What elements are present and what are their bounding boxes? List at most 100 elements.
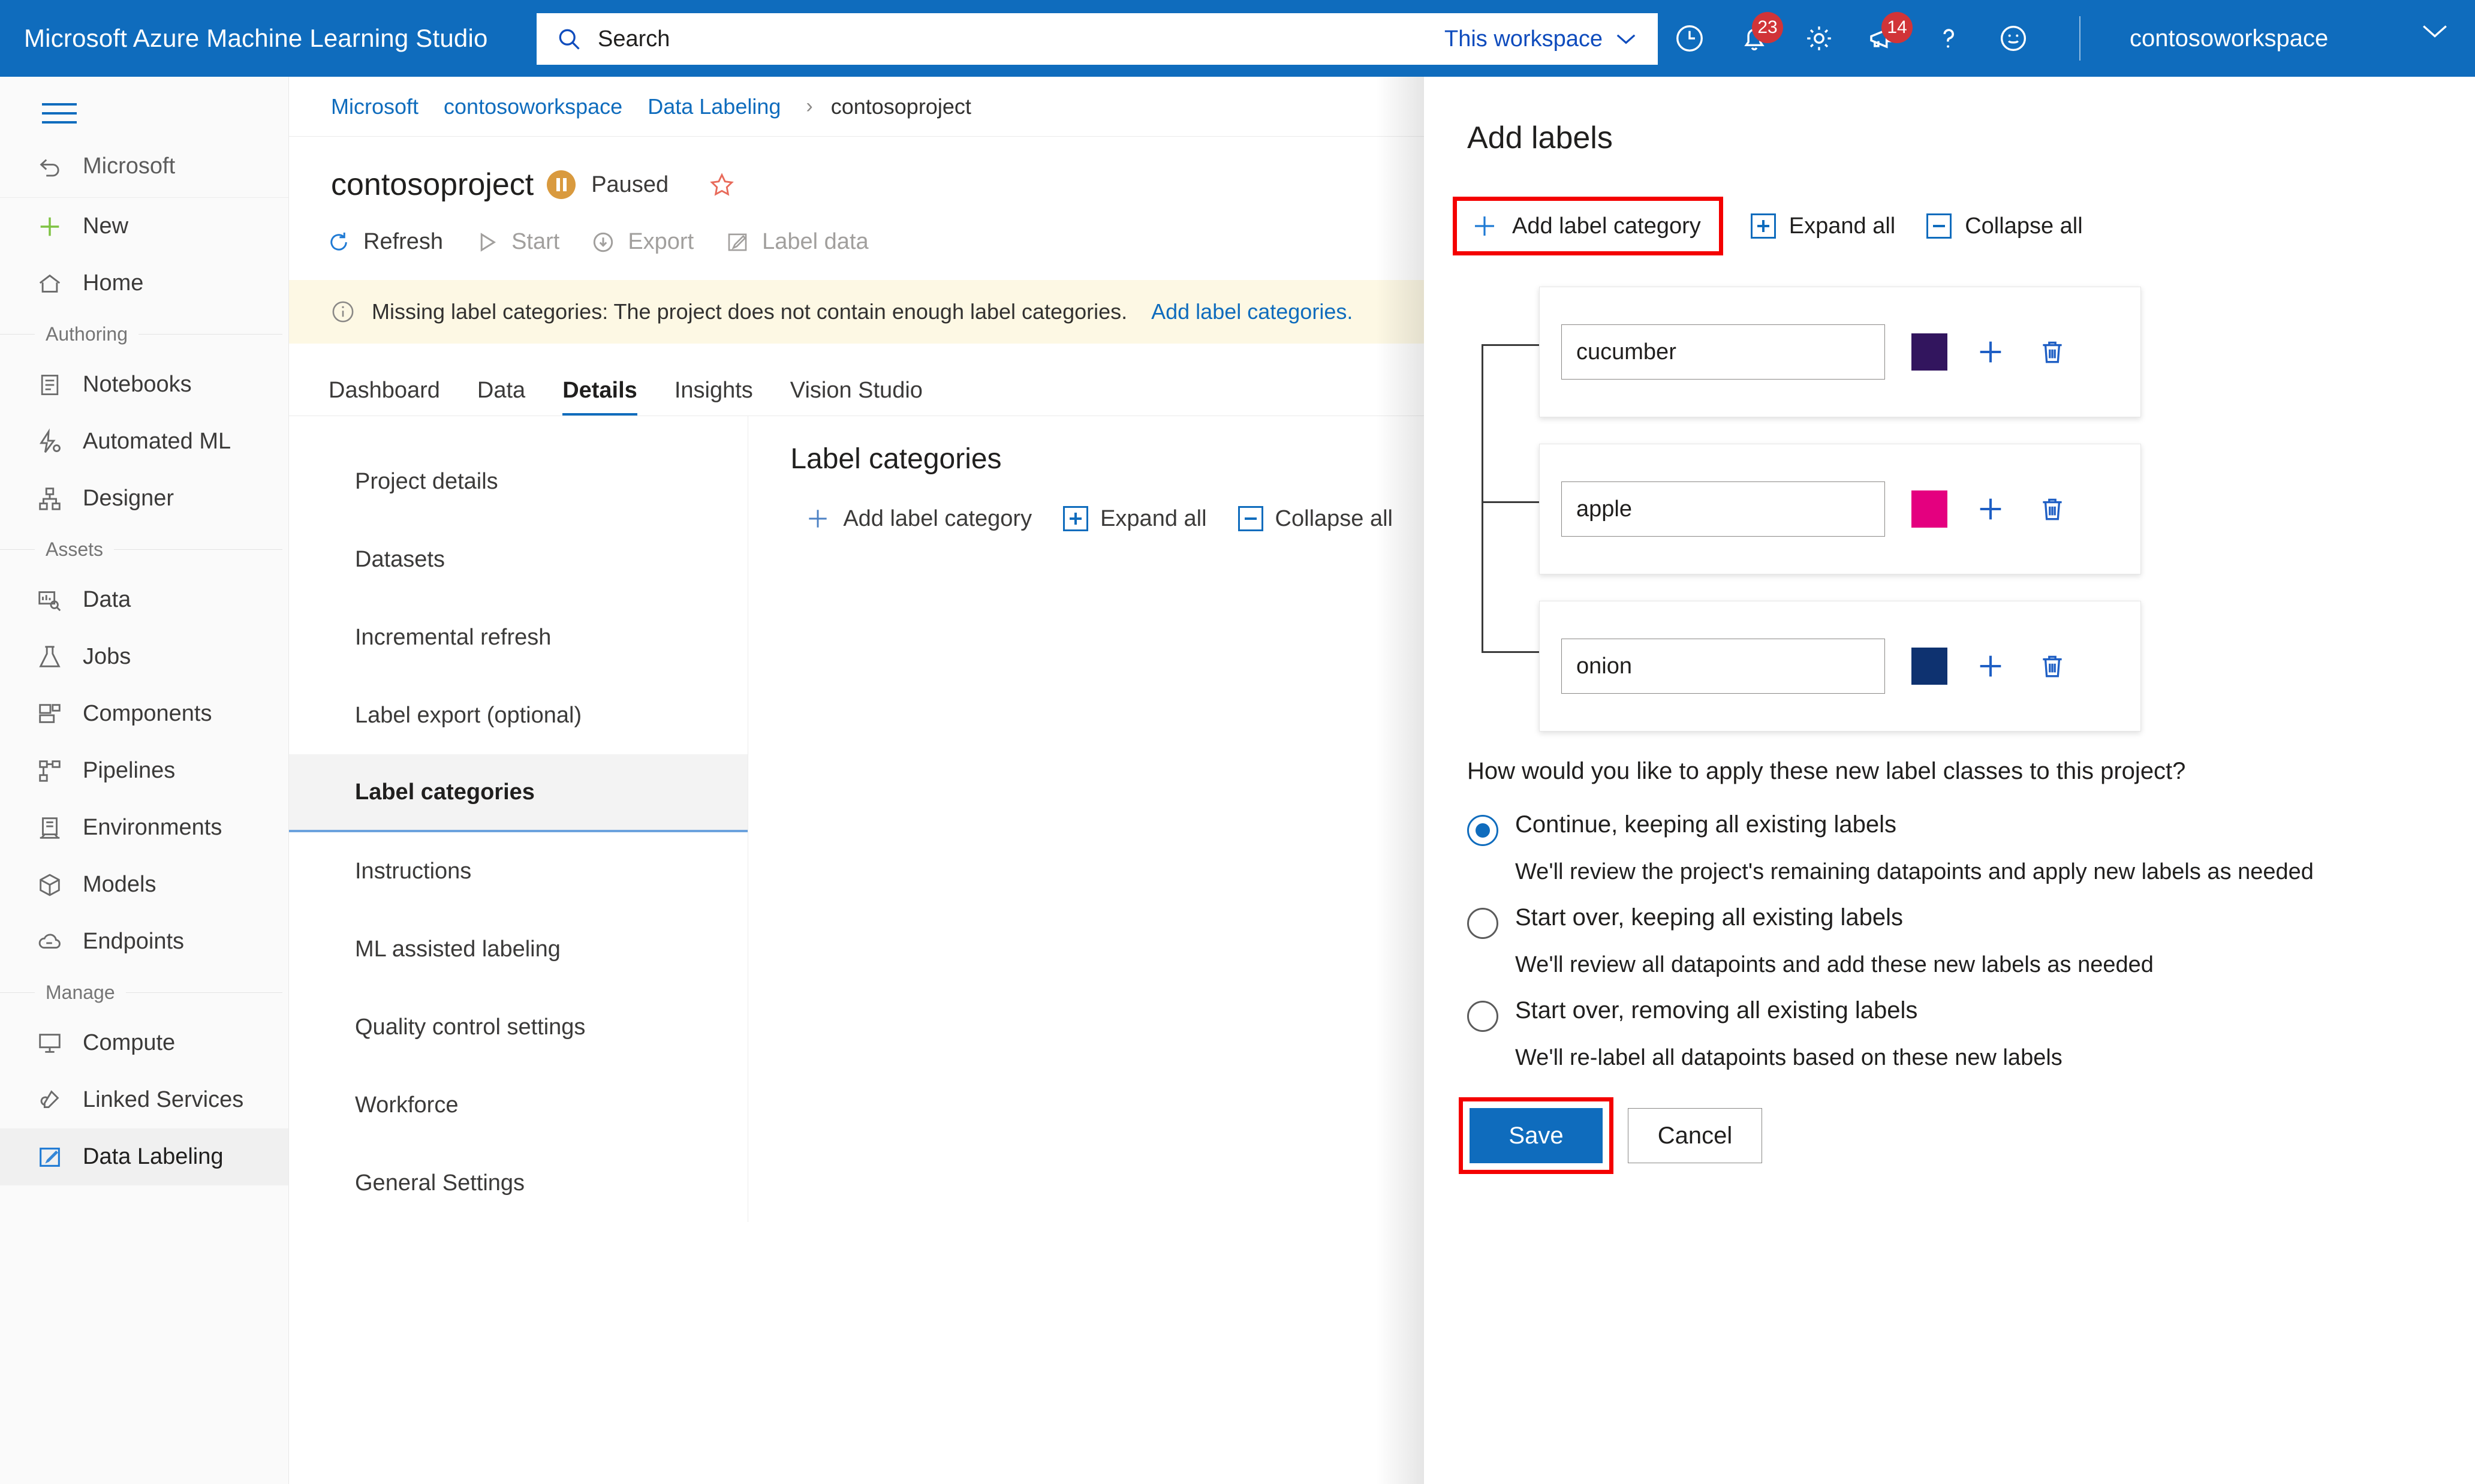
feedback-megaphone-icon[interactable]: 14 xyxy=(1867,12,1913,55)
delete-label-icon[interactable] xyxy=(2037,494,2067,524)
hamburger-menu-icon[interactable] xyxy=(42,103,77,124)
sidebar-item-label: Models xyxy=(83,872,156,897)
top-bar-icons: 23 14 contosoworkspace xyxy=(1673,0,2328,77)
panel-actions: Save Cancel xyxy=(1459,1097,2475,1174)
radio-button[interactable] xyxy=(1467,908,1498,939)
tab-details[interactable]: Details xyxy=(562,378,637,416)
sidebar-item-notebooks[interactable]: Notebooks xyxy=(0,356,288,413)
subnav-item-label-categories[interactable]: Label categories xyxy=(289,754,748,832)
command-bar: Refresh Start Export Label data xyxy=(289,203,1424,255)
sidebar-item-home[interactable]: Home xyxy=(0,255,288,312)
expand-all-button[interactable]: Expand all xyxy=(1063,506,1207,532)
command-label: Refresh xyxy=(363,229,444,254)
subnav-item-datasets[interactable]: Datasets xyxy=(289,520,748,598)
add-sublabel-icon[interactable] xyxy=(1975,336,2006,368)
sidebar-item-environments[interactable]: Environments xyxy=(0,799,288,856)
subnav-item-workforce[interactable]: Workforce xyxy=(289,1066,748,1144)
sidebar-item-endpoints[interactable]: Endpoints xyxy=(0,913,288,970)
search-scope-selector[interactable]: This workspace xyxy=(1444,26,1637,52)
radio-button[interactable] xyxy=(1467,1001,1498,1032)
add-sublabel-icon[interactable] xyxy=(1975,651,2006,682)
label-name-input[interactable] xyxy=(1561,481,1885,537)
notifications-bell-icon[interactable]: 23 xyxy=(1738,12,1783,55)
refresh-button[interactable]: Refresh xyxy=(326,229,443,255)
data-icon xyxy=(35,585,65,615)
export-button[interactable]: Export xyxy=(591,229,694,255)
save-button[interactable]: Save xyxy=(1470,1108,1603,1163)
tab-insights[interactable]: Insights xyxy=(675,378,753,416)
subnav-item-project-details[interactable]: Project details xyxy=(289,443,748,520)
sidebar-item-models[interactable]: Models xyxy=(0,856,288,913)
sidebar-item-components[interactable]: Components xyxy=(0,685,288,742)
command-label: Start xyxy=(511,229,560,254)
linked-services-icon xyxy=(35,1085,65,1115)
subnav-item-instructions[interactable]: Instructions xyxy=(289,832,748,910)
breadcrumb-link-data-labeling[interactable]: Data Labeling xyxy=(648,94,781,119)
sidebar-item-label: Automated ML xyxy=(83,429,231,454)
tab-dashboard[interactable]: Dashboard xyxy=(329,378,440,416)
recent-clock-icon[interactable] xyxy=(1673,22,1706,55)
section-command-bar: Add label category Expand all Collapse a… xyxy=(790,505,1424,532)
tab-data[interactable]: Data xyxy=(477,378,525,416)
panel-add-label-category-button[interactable]: Add label category xyxy=(1453,197,1723,255)
sidebar-item-pipelines[interactable]: Pipelines xyxy=(0,742,288,799)
panel-collapse-all-button[interactable]: Collapse all xyxy=(1926,213,2083,239)
breadcrumb-current: contosoproject xyxy=(830,94,971,119)
label-name-input[interactable] xyxy=(1561,324,1885,380)
sidebar-item-automated-ml[interactable]: Automated ML xyxy=(0,413,288,470)
subnav-item-label-export[interactable]: Label export (optional) xyxy=(289,676,748,754)
breadcrumb-link-microsoft[interactable]: Microsoft xyxy=(331,94,418,119)
sidebar-item-compute[interactable]: Compute xyxy=(0,1015,288,1071)
subnav-item-incremental-refresh[interactable]: Incremental refresh xyxy=(289,598,748,676)
subnav-item-general-settings[interactable]: General Settings xyxy=(289,1144,748,1222)
smiley-feedback-icon[interactable] xyxy=(1997,22,2030,55)
start-button[interactable]: Start xyxy=(474,229,559,255)
apply-question-label: How would you like to apply these new la… xyxy=(1467,758,2186,784)
search-input[interactable]: Search xyxy=(598,26,670,52)
back-label: Microsoft xyxy=(83,153,176,179)
workspace-name[interactable]: contosoworkspace xyxy=(2130,25,2328,52)
pipelines-icon xyxy=(35,756,65,786)
help-question-icon[interactable] xyxy=(1932,22,1965,55)
cancel-button[interactable]: Cancel xyxy=(1628,1108,1762,1163)
sidebar-item-data[interactable]: Data xyxy=(0,571,288,628)
tab-vision-studio[interactable]: Vision Studio xyxy=(790,378,923,416)
global-search[interactable]: Search This workspace xyxy=(537,13,1658,65)
add-sublabel-icon[interactable] xyxy=(1975,493,2006,525)
sidebar-item-designer[interactable]: Designer xyxy=(0,470,288,527)
project-tabs: Dashboard Data Details Insights Vision S… xyxy=(289,344,1424,416)
feedback-badge: 14 xyxy=(1881,12,1913,43)
components-icon xyxy=(35,699,65,729)
subnav-item-quality-control-settings[interactable]: Quality control settings xyxy=(289,988,748,1066)
panel-expand-all-button[interactable]: Expand all xyxy=(1750,213,1895,239)
delete-label-icon[interactable] xyxy=(2037,337,2067,367)
option-start-over-keeping[interactable]: Start over, keeping all existing labels xyxy=(1467,905,2475,939)
sidebar-item-data-labeling[interactable]: Data Labeling xyxy=(0,1128,288,1185)
subnav-item-ml-assisted-labeling[interactable]: ML assisted labeling xyxy=(289,910,748,988)
collapse-all-button[interactable]: Collapse all xyxy=(1238,506,1393,532)
favorite-star-icon[interactable] xyxy=(708,171,736,198)
label-color-swatch[interactable] xyxy=(1911,333,1947,371)
breadcrumb-link-workspace[interactable]: contosoworkspace xyxy=(444,94,622,119)
account-chevron-icon[interactable] xyxy=(2420,22,2450,41)
add-label-category-button[interactable]: Add label category xyxy=(805,505,1032,532)
page-title: contosoproject xyxy=(331,167,534,202)
label-color-swatch[interactable] xyxy=(1911,648,1947,685)
option-start-over-removing[interactable]: Start over, removing all existing labels xyxy=(1467,998,2475,1032)
settings-gear-icon[interactable] xyxy=(1802,22,1836,55)
banner-link[interactable]: Add label categories. xyxy=(1151,299,1353,324)
option-continue-keeping[interactable]: Continue, keeping all existing labels xyxy=(1467,812,2475,846)
sidebar-item-new[interactable]: New xyxy=(0,198,288,255)
sidebar-item-back-to-microsoft[interactable]: Microsoft xyxy=(0,136,288,198)
label-color-swatch[interactable] xyxy=(1911,490,1947,528)
label-row xyxy=(1539,601,2141,732)
command-label: Collapse all xyxy=(1275,505,1393,531)
delete-label-icon[interactable] xyxy=(2037,651,2067,681)
sidebar-item-jobs[interactable]: Jobs xyxy=(0,628,288,685)
sidebar-item-linked-services[interactable]: Linked Services xyxy=(0,1071,288,1128)
nav-group-label: Assets xyxy=(46,538,104,560)
label-name-input[interactable] xyxy=(1561,639,1885,694)
label-data-button[interactable]: Label data xyxy=(725,229,869,255)
radio-button[interactable] xyxy=(1467,815,1498,846)
topbar-divider xyxy=(2079,16,2080,61)
